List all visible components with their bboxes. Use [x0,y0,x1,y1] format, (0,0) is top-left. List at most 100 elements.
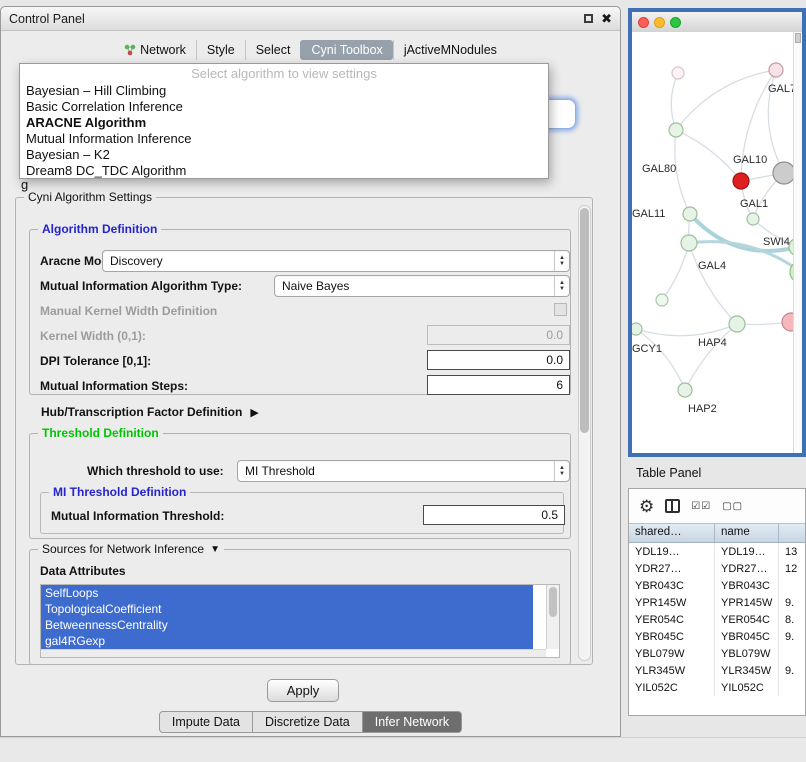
table-row[interactable]: YBL079WYBL079W [629,645,805,662]
table-cell: YER054C [715,611,779,628]
algorithm-option-placeholder[interactable]: Select algorithm to view settings [20,66,548,83]
attribute-item[interactable]: SelfLoops [41,585,533,601]
network-node[interactable] [669,123,683,137]
hub-definition-toggle[interactable]: Hub/Transcription Factor Definition ▶ [41,405,259,419]
network-canvas[interactable]: GAL7GAL80GAL10GAL11GAL1SWI4GAL4GCY1HAP4Y… [632,32,802,453]
dpi-tolerance-input[interactable]: 0.0 [427,350,570,370]
minimize-window-icon[interactable] [654,17,665,28]
table-cell: YLR345W [629,662,715,679]
node-label: HAP2 [688,403,717,415]
control-panel-title: Control Panel [9,12,85,26]
network-node[interactable] [747,213,759,225]
show-columns-icon[interactable] [665,499,680,513]
network-window-titlebar [632,12,802,32]
table-cell: YPR145W [629,594,715,611]
table-row[interactable]: YDL19…YDL19…13 [629,543,805,560]
network-node[interactable] [683,207,697,221]
table-row[interactable]: YBR045CYBR045C9. [629,628,805,645]
sources-group-title[interactable]: Sources for Network Inference ▼ [38,542,224,556]
algorithm-option[interactable]: ARACNE Algorithm [20,115,548,131]
close-window-icon[interactable] [638,17,649,28]
close-panel-icon[interactable]: ✖ [601,14,612,24]
attribute-item[interactable]: gal4RGexp [41,633,533,649]
network-edge [636,329,685,390]
which-threshold-select[interactable]: MI Threshold ▲▼ [237,460,570,482]
mi-type-label: Mutual Information Algorithm Type: [40,279,242,293]
table-cell: 12 [779,560,805,577]
select-all-columns-icon[interactable]: ☑☑ [691,501,711,512]
tab-cyni-toolbox[interactable]: Cyni Toolbox [300,40,392,60]
network-node[interactable] [632,323,642,335]
network-node[interactable] [733,173,749,189]
mi-type-select[interactable]: Naive Bayes ▲▼ [274,275,570,297]
network-node[interactable] [729,316,745,332]
zoom-window-icon[interactable] [670,17,681,28]
tab-label: Network [140,43,186,57]
table-row[interactable]: YLR345WYLR345W9. [629,662,805,679]
bottom-tab-discretize-data[interactable]: Discretize Data [252,711,363,733]
column-header-name[interactable]: name [715,524,779,542]
node-label: GAL10 [733,154,767,166]
attribute-item[interactable]: BetweennessCentrality [41,617,533,633]
network-node[interactable] [678,383,692,397]
tab-style[interactable]: Style [196,40,245,60]
network-view-window: GAL7GAL80GAL10GAL11GAL1SWI4GAL4GCY1HAP4Y… [628,8,806,457]
table-cell [779,645,805,662]
network-edge [636,324,737,336]
mi-threshold-label: Mutual Information Threshold: [51,509,224,523]
mi-threshold-input[interactable]: 0.5 [423,505,565,525]
table-row[interactable]: YBR043CYBR043C [629,577,805,594]
desktop: Control Panel ✖ Network StyleSelectCyni T… [0,0,806,762]
table-header: shared… name [629,523,805,543]
node-label: GAL4 [698,260,726,272]
aracne-mode-select[interactable]: Discovery ▲▼ [102,250,570,272]
settings-scrollbar[interactable] [578,205,591,661]
algorithm-option[interactable]: Dream8 DC_TDC Algorithm [20,163,548,179]
deselect-all-columns-icon[interactable]: ▢▢ [722,501,743,512]
network-node[interactable] [769,63,783,77]
tab-jactivemnodules[interactable]: jActiveMNodules [393,40,507,60]
table-row[interactable]: YER054CYER054C8. [629,611,805,628]
algorithm-option[interactable]: Bayesian – K2 [20,147,548,163]
table-row[interactable]: YIL052CYIL052C [629,679,805,696]
column-header-cut[interactable] [779,524,805,542]
algorithm-option[interactable]: Basic Correlation Inference [20,99,548,115]
manual-kernel-label: Manual Kernel Width Definition [40,304,217,318]
table-cell: 9. [779,594,805,611]
network-node[interactable] [681,235,697,251]
tab-select[interactable]: Select [245,40,301,60]
algorithm-option[interactable]: Bayesian – Hill Climbing [20,83,548,99]
bottom-strip [0,737,806,762]
table-cell: YDR27… [715,560,779,577]
mi-steps-label: Mutual Information Steps: [40,379,188,393]
network-edge [676,70,776,130]
attribute-list-vscrollbar[interactable] [546,585,559,649]
attribute-list[interactable]: SelfLoopsTopologicalCoefficientBetweenne… [40,584,560,658]
table-cell: YBR043C [715,577,779,594]
attribute-list-hscrollbar[interactable] [41,649,546,657]
network-node[interactable] [672,67,684,79]
mi-threshold-group: MI Threshold Definition Mutual Informati… [40,492,564,534]
network-vscrollbar[interactable] [793,32,802,453]
network-edge [671,73,678,130]
table-toolbar: ⚙ ☑☑ ▢▢ [629,489,805,523]
mi-steps-input[interactable]: 6 [427,375,570,395]
attribute-item[interactable]: TopologicalCoefficient [41,601,533,617]
algorithm-option[interactable]: Mutual Information Inference [20,131,548,147]
settings-gear-icon[interactable]: ⚙ [639,498,654,515]
network-node[interactable] [656,294,668,306]
bottom-tab-infer-network[interactable]: Infer Network [362,711,462,733]
bottom-tab-impute-data[interactable]: Impute Data [159,711,253,733]
table-cell: 13 [779,543,805,560]
table-row[interactable]: YPR145WYPR145W9. [629,594,805,611]
apply-button[interactable]: Apply [267,679,339,702]
table-panel-title: Table Panel [636,466,701,480]
table-cell: YDL19… [629,543,715,560]
dpi-tolerance-label: DPI Tolerance [0,1]: [40,354,151,368]
float-panel-icon[interactable] [584,14,593,23]
network-node[interactable] [773,162,795,184]
table-row[interactable]: YDR27…YDR27…12 [629,560,805,577]
tab-network[interactable]: Network [114,40,196,60]
column-header-shared-name[interactable]: shared… [629,524,715,542]
table-cell: YIL052C [629,679,715,696]
